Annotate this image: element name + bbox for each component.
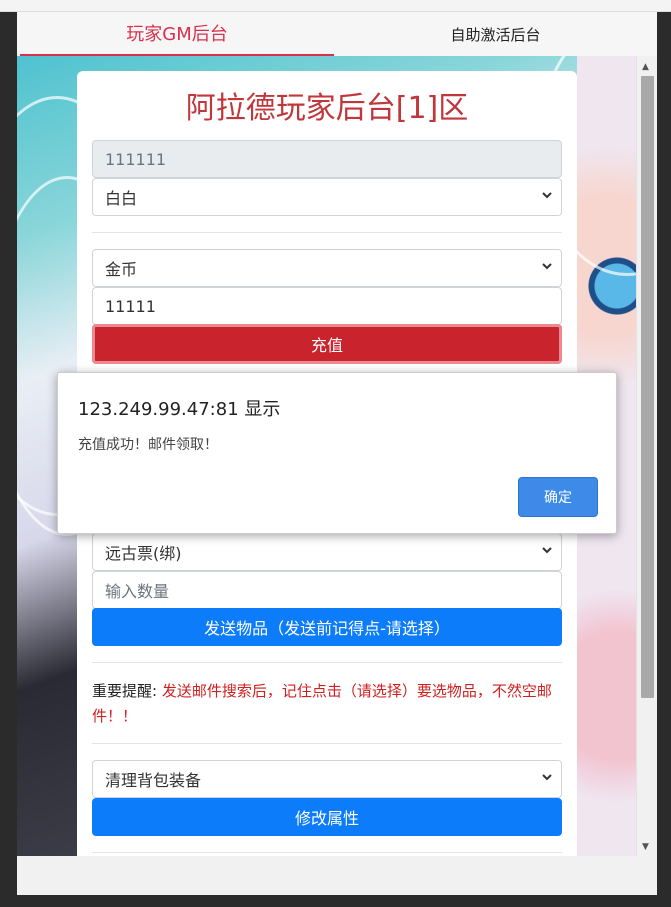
- amount-value: 11111: [105, 296, 156, 316]
- divider: [92, 232, 562, 233]
- item-select-value: 远古票(绑): [105, 544, 182, 563]
- chevron-down-icon: [542, 263, 552, 270]
- send-item-button[interactable]: 发送物品（发送前记得点-请选择）: [92, 608, 562, 646]
- scrollbar-thumb[interactable]: [641, 76, 654, 698]
- chevron-down-icon: [542, 192, 552, 199]
- amount-input[interactable]: 11111: [92, 287, 562, 325]
- page-title: 阿拉德玩家后台[1]区: [185, 91, 469, 126]
- quantity-placeholder: 输入数量: [105, 582, 170, 601]
- dialog-title: 123.249.99.47:81 显示: [78, 399, 281, 420]
- role-select[interactable]: 白白: [92, 178, 562, 216]
- dialog-ok-button[interactable]: 确定: [518, 477, 598, 517]
- scroll-up-arrow-icon[interactable]: ▲: [642, 62, 649, 72]
- bottom-bar: [17, 857, 657, 895]
- divider: [92, 662, 562, 663]
- action-select[interactable]: 清理背包装备: [92, 760, 562, 798]
- scroll-down-arrow-icon[interactable]: ▼: [642, 842, 649, 852]
- tab-bar: 玩家GM后台 自助激活后台: [17, 12, 657, 56]
- recharge-button[interactable]: 充值: [92, 324, 562, 364]
- currency-select-value: 金币: [105, 260, 138, 279]
- account-input[interactable]: 111111: [92, 140, 562, 178]
- action-select-value: 清理背包装备: [105, 771, 202, 790]
- account-value: 111111: [105, 149, 167, 169]
- scrollbar[interactable]: ▲ ▼: [636, 56, 657, 856]
- alert-dialog: 123.249.99.47:81 显示 充值成功！邮件领取！ 确定: [57, 372, 617, 534]
- dialog-message: 充值成功！邮件领取！: [78, 437, 218, 453]
- divider: [92, 743, 562, 744]
- important-notice: 重要提醒: 发送邮件搜索后，记住点击（请选择）要选物品，不然空邮件！！: [92, 679, 562, 729]
- quantity-input[interactable]: 输入数量: [92, 571, 562, 609]
- chevron-down-icon: [542, 547, 552, 554]
- item-select[interactable]: 远古票(绑): [92, 533, 562, 571]
- notice-text: 发送邮件搜索后，记住点击（请选择）要选物品，不然空邮件！！: [92, 682, 552, 725]
- browser-top-strip: [0, 0, 671, 12]
- modify-attributes-button[interactable]: 修改属性: [92, 798, 562, 836]
- tab-player-gm[interactable]: 玩家GM后台: [20, 12, 334, 56]
- chevron-down-icon: [542, 774, 552, 781]
- divider: [92, 852, 562, 853]
- role-select-value: 白白: [105, 189, 138, 208]
- notice-label: 重要提醒:: [92, 682, 158, 700]
- currency-select[interactable]: 金币: [92, 249, 562, 287]
- tab-self-activation[interactable]: 自助激活后台: [334, 12, 657, 56]
